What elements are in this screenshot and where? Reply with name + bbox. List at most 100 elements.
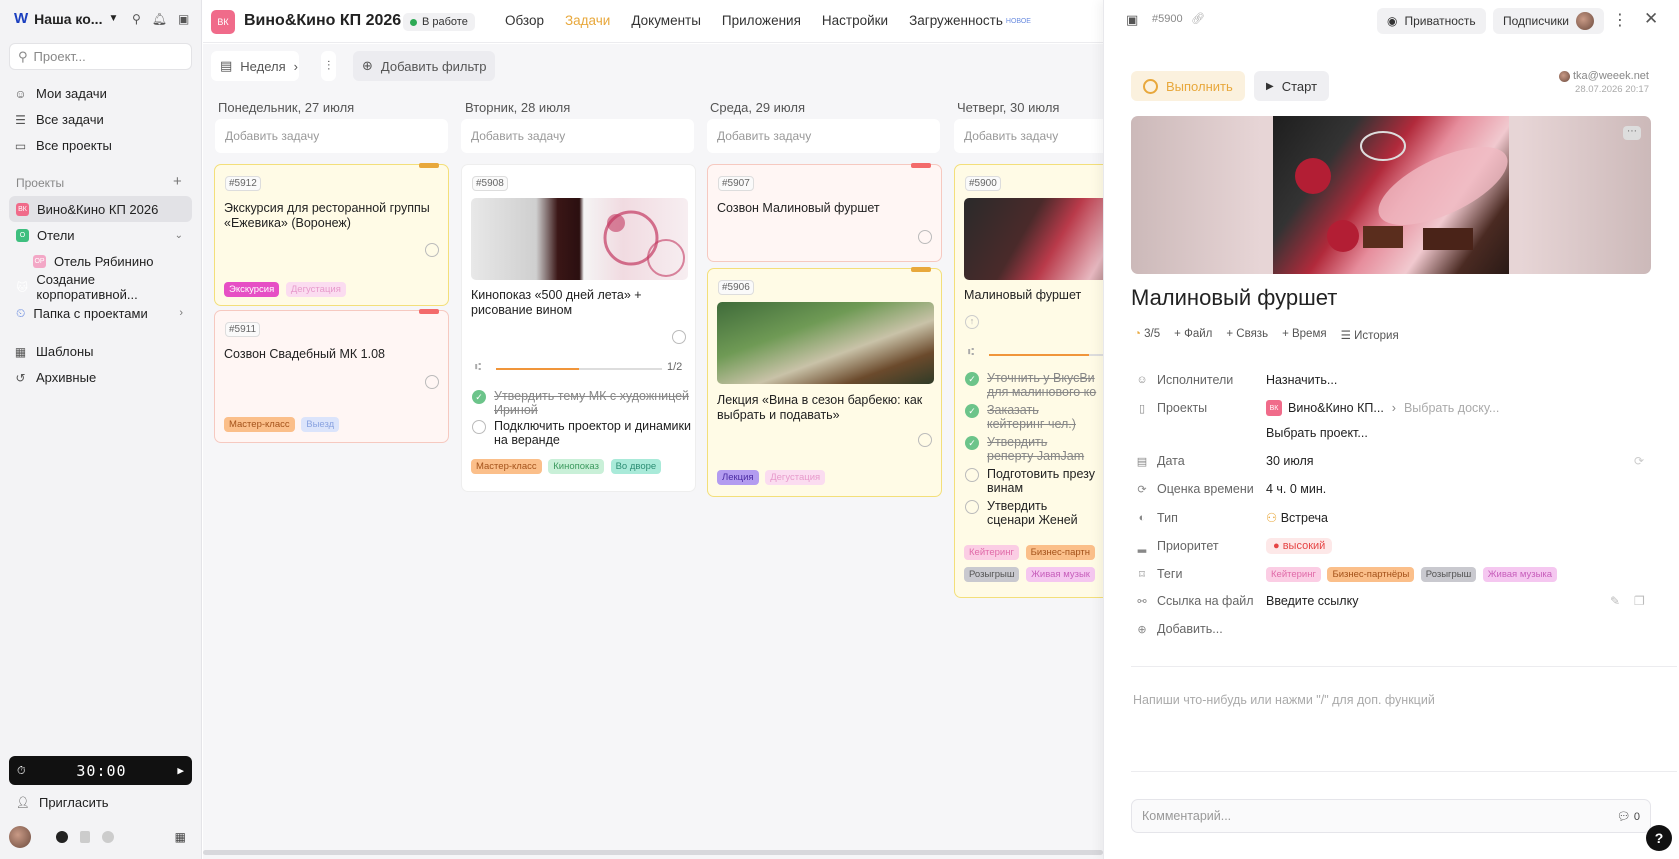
invite-button[interactable]: 👤︎ Пригласить <box>16 795 109 810</box>
task-card-5907[interactable]: #5907 Созвон Малиновый фуршет <box>707 163 942 262</box>
history-button[interactable]: ☰ История <box>1341 328 1399 342</box>
subtask-item[interactable]: ✓ Заказать кейтеринг чел.) <box>965 403 1103 431</box>
pie-chart-icon[interactable] <box>102 831 114 843</box>
add-task-input[interactable]: Добавить задачу <box>707 119 940 153</box>
chevron-down-icon[interactable]: ⌄ <box>175 230 183 241</box>
complete-checkbox[interactable] <box>918 230 932 244</box>
complete-button[interactable]: Выполнить <box>1131 71 1245 101</box>
more-vertical-icon[interactable]: ⋮ <box>1612 10 1628 30</box>
add-project-icon[interactable]: + <box>173 173 182 190</box>
add-task-input[interactable]: Добавить задачу <box>461 119 694 153</box>
board-select[interactable]: Выбрать доску... <box>1404 401 1499 415</box>
add-filter-button[interactable]: ⊕ Добавить фильтр <box>353 51 496 81</box>
task-cover-image[interactable]: ⋯ <box>1131 116 1651 274</box>
file-link-input[interactable]: Введите ссылку <box>1266 594 1358 608</box>
date-value[interactable]: 30 июля <box>1266 454 1314 468</box>
subtask-item[interactable]: ✓ Уточнить у ВкусВи для малинового ко <box>965 371 1103 399</box>
grid-icon[interactable]: ▦ <box>175 830 186 844</box>
help-button[interactable]: ? <box>1646 825 1672 851</box>
close-icon[interactable]: ✕ <box>1644 9 1658 29</box>
nav-all-projects[interactable]: ▭ Все проекты <box>14 138 112 153</box>
complete-checkbox[interactable] <box>425 243 439 257</box>
sidebar-item-hotel-ryabinino[interactable]: ОР Отель Рябинино <box>9 248 192 274</box>
task-card-5912[interactable]: #5912 Экскурсия для ресторанной группы «… <box>214 163 449 306</box>
edit-icon[interactable]: ✎ <box>1610 594 1620 608</box>
project-badge: ВК <box>16 202 29 216</box>
sidebar-item-project-vk[interactable]: ВК Вино&Кино КП 2026 <box>9 196 192 222</box>
task-title[interactable]: Малиновый фуршет <box>1131 285 1337 311</box>
sidebar-toggle-icon[interactable]: ▣ <box>178 12 189 26</box>
complete-checkbox[interactable] <box>672 330 686 344</box>
subtask-item[interactable]: Утвердить сценари Женей <box>965 499 1103 527</box>
subtask-item[interactable]: Подготовить презу винам <box>965 467 1103 495</box>
tab-documents[interactable]: Документы <box>631 13 701 28</box>
bell-icon[interactable]: 🔔︎ <box>152 12 167 26</box>
chevron-right-icon[interactable]: › <box>179 307 183 319</box>
nav-my-tasks[interactable]: ☺ Мои задачи <box>14 86 106 101</box>
tab-overview[interactable]: Обзор <box>505 13 544 28</box>
task-card-5908[interactable]: #5908 Кинопоказ «500 дней лета» + рисова… <box>461 164 696 492</box>
user-avatar[interactable] <box>9 826 31 848</box>
task-card-5911[interactable]: #5911 Созвон Свадебный МК 1.08 Мастер-кл… <box>214 309 449 443</box>
tag: Дегустация <box>285 282 346 297</box>
nav-all-tasks[interactable]: ☰ Все задачи <box>14 112 104 127</box>
complete-checkbox[interactable] <box>918 433 932 447</box>
tab-settings[interactable]: Настройки <box>822 13 888 28</box>
status-badge[interactable]: В работе <box>403 13 475 31</box>
add-link-button[interactable]: + Связь <box>1226 328 1268 342</box>
sidebar-item-projects-folder[interactable]: ⏲ Папка с проектами › <box>9 300 192 326</box>
copy-icon[interactable]: ❐ <box>1634 594 1645 608</box>
check-icon: ✓ <box>965 372 979 386</box>
workspace-switcher[interactable]: W Наша ко... ▼ <box>14 10 118 27</box>
filter-settings-button[interactable]: ⫶ <box>321 51 337 81</box>
project-select[interactable]: Выбрать проект... <box>1266 426 1368 440</box>
repeat-icon[interactable]: ⟳ <box>1634 454 1644 468</box>
tab-apps[interactable]: Приложения <box>722 13 801 28</box>
subtask-item[interactable]: ✓ Утвердить тему МК с художницей Ириной <box>472 389 697 417</box>
assign-button[interactable]: Назначить... <box>1266 373 1337 387</box>
timer-widget[interactable]: ⏱ 30:00 ▶ <box>9 756 192 785</box>
search-icon[interactable]: ⚲ <box>132 12 141 26</box>
subtasks-progress[interactable]: ◔ 3/5 <box>1134 328 1160 342</box>
tags-list[interactable]: Кейтеринг Бизнес-партнёры Розыгрыш Живая… <box>1266 566 1560 582</box>
play-icon[interactable]: ▶ <box>177 764 184 777</box>
tab-tasks[interactable]: Задачи <box>565 13 610 28</box>
add-field-button[interactable]: ⊕ Добавить... <box>1136 622 1266 636</box>
tab-workload[interactable]: Загруженность НОВОЕ <box>909 13 1031 28</box>
project-link[interactable]: ВК Вино&Кино КП... <box>1266 400 1384 416</box>
document-icon[interactable] <box>80 831 90 843</box>
start-button[interactable]: ▶ Старт <box>1254 71 1330 101</box>
type-value[interactable]: ⚇ Встреча <box>1266 510 1328 525</box>
week-selector[interactable]: ▤ Неделя › <box>211 51 299 81</box>
link-icon[interactable]: 🔗︎ <box>1191 12 1205 25</box>
nav-archive[interactable]: ↺ Архивные <box>14 370 96 385</box>
column-header: Вторник, 28 июля <box>465 100 571 115</box>
comment-input[interactable]: Комментарий... 💬︎ 0 <box>1131 799 1651 833</box>
project-search-input[interactable]: ⚲ Проект... <box>9 43 192 70</box>
more-horizontal-icon[interactable]: ⋯ <box>1623 126 1641 140</box>
description-editor[interactable]: Напиши что-нибудь или нажми "/" для доп.… <box>1133 693 1643 707</box>
check-circle-icon[interactable] <box>56 831 68 843</box>
estimate-value[interactable]: 4 ч. 0 мин. <box>1266 482 1326 496</box>
search-icon: ⚲ <box>18 48 28 64</box>
add-task-input[interactable]: Добавить задачу <box>954 119 1103 153</box>
complete-checkbox[interactable] <box>425 375 439 389</box>
subtask-item[interactable]: ✓ Утвердить реперту JamJam <box>965 435 1103 463</box>
sidebar-item-corporate[interactable]: 🐱 Создание корпоративной... <box>9 272 192 302</box>
panel-layout-icon[interactable]: ▣ <box>1126 12 1138 28</box>
tag: Мастер-класс <box>471 459 542 474</box>
subscriber-avatar <box>1576 12 1595 30</box>
sidebar-item-hotels[interactable]: О Отели ⌄ <box>9 222 192 248</box>
task-card-5906[interactable]: #5906 Лекция «Вина в сезон барбекю: как … <box>707 267 942 497</box>
privacy-button[interactable]: ◉ Приватность <box>1377 8 1486 34</box>
add-task-input[interactable]: Добавить задачу <box>215 119 448 153</box>
tag: Выезд <box>301 417 340 432</box>
subtask-item[interactable]: Подключить проектор и динамики на веранд… <box>472 419 697 447</box>
add-file-button[interactable]: + Файл <box>1174 328 1212 342</box>
nav-templates[interactable]: ▦ Шаблоны <box>14 344 94 359</box>
horizontal-scrollbar[interactable] <box>203 850 1103 855</box>
subscribers-button[interactable]: Подписчики <box>1493 8 1605 34</box>
add-time-button[interactable]: + Время <box>1282 328 1327 342</box>
task-card-5900[interactable]: #5900 Малиновый фуршет ↑ ⑆ ✓ Уточнить у В… <box>954 164 1103 598</box>
priority-badge[interactable]: ● высокий <box>1266 538 1333 554</box>
